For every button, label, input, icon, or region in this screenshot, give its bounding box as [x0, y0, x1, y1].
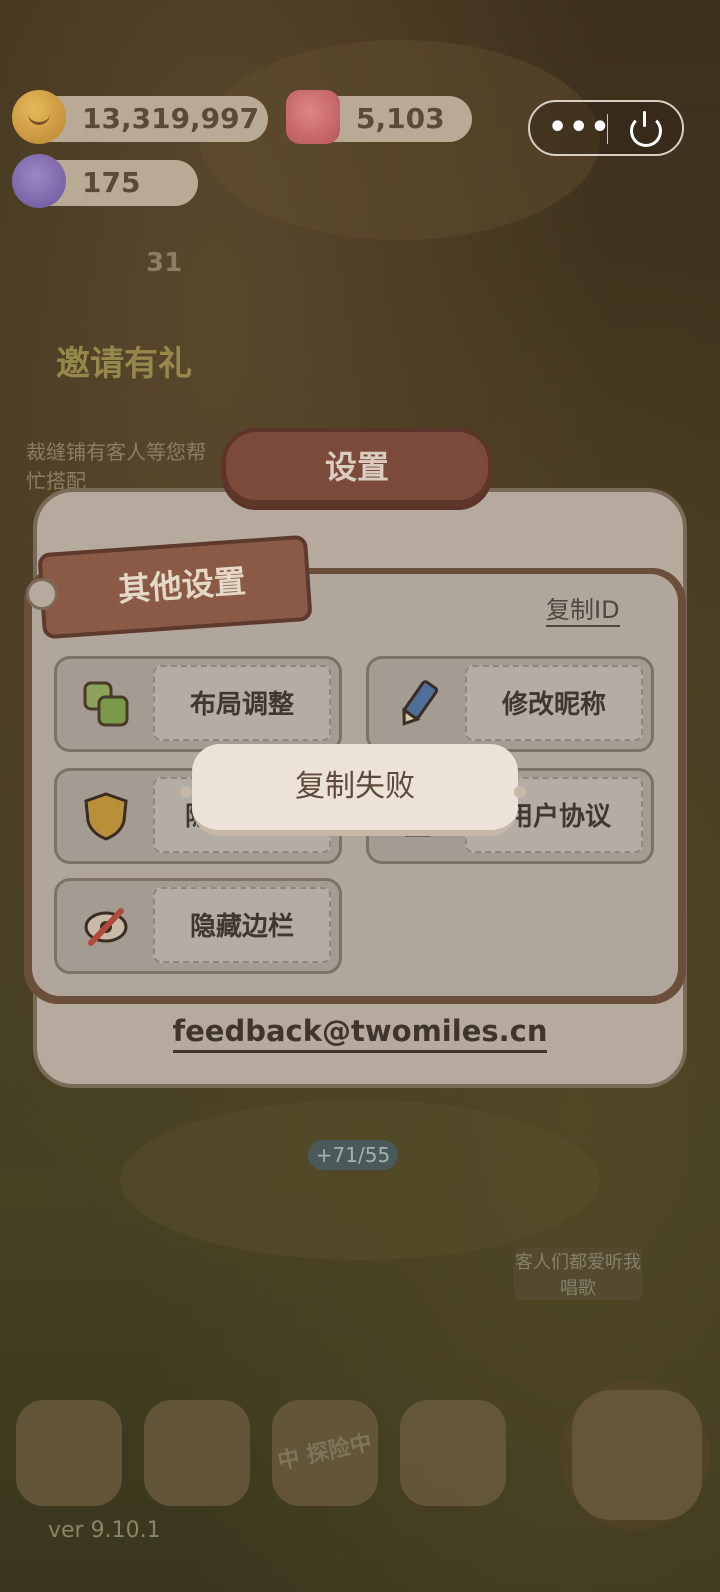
change-nickname-button[interactable]: 修改昵称: [366, 656, 654, 752]
nav-adventure-button[interactable]: 中 探险中: [272, 1400, 378, 1506]
gem-counter[interactable]: 5,103: [286, 90, 472, 144]
layout-adjust-button[interactable]: 布局调整: [54, 656, 342, 752]
customer-speech-bubble: 客人们都爱听我唱歌: [514, 1248, 642, 1300]
candy-icon: [12, 154, 66, 208]
nav-fish-button[interactable]: [572, 1390, 702, 1520]
gem-value: 5,103: [356, 102, 445, 135]
section-tag-label: 其他设置: [116, 562, 248, 609]
more-button[interactable]: •••: [548, 102, 610, 154]
capsule-divider: [607, 114, 608, 144]
tag-string-icon: [26, 578, 58, 610]
close-power-icon[interactable]: [630, 111, 662, 147]
hide-eye-icon: [84, 908, 128, 946]
layout-icon: [83, 681, 129, 727]
pencil-icon: [402, 680, 439, 726]
nav-home-button[interactable]: [16, 1400, 122, 1506]
layout-adjust-label: 布局调整: [153, 665, 331, 741]
change-nickname-label: 修改昵称: [465, 665, 643, 741]
toast-right-dot: [514, 786, 526, 798]
hide-sidebar-button[interactable]: 隐藏边栏: [54, 878, 342, 974]
candy-value: 175: [82, 166, 141, 199]
miniprogram-capsule: •••: [528, 100, 684, 156]
garden-progress: +71/55: [308, 1140, 398, 1170]
version-label: ver 9.10.1: [48, 1518, 161, 1543]
level-count: 31: [146, 248, 183, 278]
coin-counter[interactable]: 13,319,997: [12, 90, 268, 144]
feedback-row: feedback@twomiles.cn: [0, 1014, 720, 1053]
dialog-title-plaque: 设置: [222, 428, 492, 510]
coin-icon: [12, 90, 66, 144]
nav-shop-button[interactable]: [400, 1400, 506, 1506]
toast-left-dot: [180, 786, 192, 798]
gem-icon: [286, 90, 340, 144]
toast-message: 复制失败: [192, 744, 518, 836]
hide-sidebar-label: 隐藏边栏: [153, 887, 331, 963]
dialog-title: 设置: [324, 448, 389, 486]
adventure-label: 中 探险中: [275, 1430, 375, 1475]
invite-banner[interactable]: 邀请有礼: [56, 336, 192, 385]
nav-task-button[interactable]: [144, 1400, 250, 1506]
shield-icon: [84, 792, 128, 841]
feedback-email-link[interactable]: feedback@twomiles.cn: [172, 1014, 548, 1053]
candy-counter[interactable]: 175: [12, 154, 198, 208]
shop-notice: 裁缝铺有客人等您帮忙搭配: [26, 440, 206, 493]
coin-value: 13,319,997: [82, 102, 260, 135]
copy-id-link[interactable]: 复制ID: [546, 590, 620, 627]
